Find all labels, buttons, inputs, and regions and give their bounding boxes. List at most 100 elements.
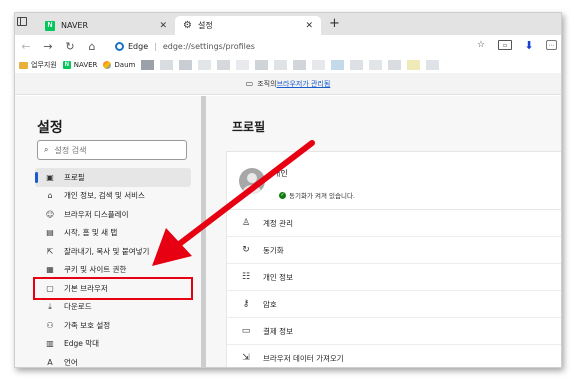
settings-search-input[interactable]: ⌕ 설정 검색	[37, 140, 187, 160]
search-placeholder: 설정 검색	[54, 145, 87, 155]
gear-icon: ⚙	[183, 20, 192, 31]
close-tab-icon[interactable]: ✕	[159, 21, 167, 31]
sidebar-item-profiles[interactable]: ▣ 프로필	[35, 168, 191, 187]
close-tab-icon[interactable]: ✕	[305, 21, 313, 31]
blurred-bookmark[interactable]	[369, 60, 383, 70]
blurred-bookmark[interactable]	[331, 60, 345, 70]
building-icon: ▭	[245, 79, 254, 88]
bookmarks-bar: 업무지원 N NAVER Daum	[15, 57, 561, 73]
sidebar-item-downloads[interactable]: ⤓ 다운로드	[35, 298, 191, 317]
row-payment-info[interactable]: ▭ 결제 정보	[227, 318, 561, 345]
extension-icon[interactable]: ⋯	[546, 40, 557, 50]
browser-window: N NAVER ✕ ⚙ 설정 ✕ + ← → ↻ ⌂ Edge | edge:/…	[14, 12, 562, 368]
blurred-bookmark[interactable]	[426, 60, 440, 70]
blurred-bookmark[interactable]	[388, 60, 402, 70]
blurred-bookmark[interactable]	[198, 60, 212, 70]
favorites-star-icon[interactable]: ☆	[474, 38, 488, 52]
blurred-bookmark[interactable]	[160, 60, 174, 70]
settings-main: 프로필 개인 ✓ 동기화가 켜져 있습니다. ♙ 계정 관리 ↻ 동기화 ☷ 개…	[206, 96, 561, 367]
sync-status-text: 동기화가 켜져 있습니다.	[289, 192, 355, 200]
lock-icon: ⌂	[47, 191, 53, 201]
sidebar-item-label: 브라우저 디스플레이	[64, 209, 129, 219]
cookie-icon: ▦	[46, 265, 54, 275]
daum-favicon-icon	[103, 61, 112, 69]
row-label: 결제 정보	[263, 326, 293, 336]
sidebar-item-label: 가족 보호 설정	[64, 320, 111, 330]
row-import-data[interactable]: ⇲ 브라우저 데이터 가져오기	[227, 345, 561, 367]
download-icon: ⤓	[48, 301, 52, 311]
row-sync[interactable]: ↻ 동기화	[227, 237, 561, 264]
refresh-button[interactable]: ↻	[59, 40, 81, 53]
tab-settings[interactable]: ⚙ 설정 ✕	[175, 16, 321, 35]
sidebar-item-start-home[interactable]: ▤ 시작, 홈 및 새 탭	[35, 224, 191, 243]
settings-sidebar: 설정 ⌕ 설정 검색 ▣ 프로필 ⌂ 개인 정보, 검색 및 서비스 ☺ 브라우…	[15, 96, 201, 367]
blurred-bookmark[interactable]	[179, 60, 193, 70]
browser-label: Edge	[128, 42, 149, 51]
profile-icon: ▣	[46, 172, 54, 182]
sidebar-item-label: 프로필	[64, 172, 85, 182]
key-icon: ⚷	[242, 299, 250, 309]
sidebar-item-family[interactable]: ⚇ 가족 보호 설정	[35, 316, 191, 335]
sidebar-item-cookies[interactable]: ▦ 쿠키 및 사이트 권한	[35, 261, 191, 280]
bookmark-folder[interactable]: 업무지원	[19, 60, 57, 70]
sidebar-item-share-copy[interactable]: ⇱ 잘라내기, 복사 및 붙여넣기	[35, 242, 191, 261]
download-arrow-icon[interactable]: ⬇	[522, 38, 536, 52]
language-icon: A	[47, 357, 53, 367]
sidebar-item-privacy[interactable]: ⌂ 개인 정보, 검색 및 서비스	[35, 187, 191, 206]
bookmark-label: Daum	[114, 61, 136, 69]
managed-banner: ▭ 조직의 브라우저가 관리됨	[15, 73, 561, 95]
sync-icon: ↻	[242, 245, 250, 255]
bookmark-daum[interactable]: Daum	[103, 61, 135, 69]
blurred-bookmark[interactable]	[312, 60, 326, 70]
sidebar-item-edge-bar[interactable]: ▥ Edge 막대	[35, 335, 191, 354]
sidebar-item-label: 기본 브라우저	[64, 283, 108, 293]
naver-favicon-icon: N	[45, 20, 55, 31]
profile-card: 개인 ✓ 동기화가 켜져 있습니다.	[226, 151, 561, 209]
bookmark-naver[interactable]: N NAVER	[62, 61, 97, 69]
profile-name: 개인	[273, 169, 288, 178]
blurred-bookmark[interactable]	[255, 60, 269, 70]
row-personal-info[interactable]: ☷ 개인 정보	[227, 264, 561, 291]
blurred-bookmark[interactable]	[236, 60, 250, 70]
import-icon: ⇲	[242, 353, 250, 363]
row-manage-account[interactable]: ♙ 계정 관리	[227, 210, 561, 237]
row-label: 계정 관리	[263, 218, 293, 228]
managed-link[interactable]: 브라우저가 관리됨	[277, 79, 331, 89]
back-button[interactable]: ←	[15, 40, 37, 53]
blurred-bookmark[interactable]	[141, 60, 155, 70]
settings-nav: ▣ 프로필 ⌂ 개인 정보, 검색 및 서비스 ☺ 브라우저 디스플레이 ▤ 시…	[33, 168, 193, 367]
sidebar-item-languages[interactable]: A 언어	[35, 353, 191, 367]
naver-favicon-icon: N	[62, 61, 71, 69]
new-tab-button[interactable]: +	[329, 16, 340, 31]
sync-status: ✓ 동기화가 켜져 있습니다.	[279, 190, 355, 200]
sidebar-item-label: 개인 정보, 검색 및 서비스	[64, 191, 145, 201]
sidebar-item-label: 잘라내기, 복사 및 붙여넣기	[64, 246, 150, 256]
address-bar[interactable]: Edge | edge://settings/profiles	[115, 39, 415, 54]
blurred-bookmark[interactable]	[350, 60, 364, 70]
tab-title: 설정	[197, 21, 213, 30]
blurred-bookmark[interactable]	[407, 60, 421, 70]
address-divider: |	[154, 42, 157, 51]
search-icon: ⌕	[44, 145, 49, 154]
account-icon: ♙	[241, 218, 251, 228]
row-passwords[interactable]: ⚷ 암호	[227, 291, 561, 318]
blurred-bookmark[interactable]	[274, 60, 288, 70]
managed-prefix: 조직의	[257, 79, 277, 88]
collections-icon[interactable]: ▫	[498, 40, 512, 50]
row-label: 동기화	[263, 245, 284, 255]
settings-title: 설정	[37, 120, 63, 136]
blurred-bookmark[interactable]	[293, 60, 307, 70]
forward-button[interactable]: →	[37, 40, 59, 53]
bookmark-label: 업무지원	[31, 61, 57, 69]
sidebar-item-label: 다운로드	[64, 302, 92, 312]
avatar[interactable]	[239, 168, 265, 194]
sidebar-item-default-browser[interactable]: ▢ 기본 브라우저	[33, 277, 193, 300]
blurred-bookmark[interactable]	[217, 60, 231, 70]
sidebar-item-appearance[interactable]: ☺ 브라우저 디스플레이	[35, 205, 191, 224]
home-button[interactable]: ⌂	[81, 40, 103, 53]
tab-naver[interactable]: N NAVER ✕	[19, 16, 175, 35]
personal-info-icon: ☷	[241, 272, 251, 282]
sidebar-item-label: 언어	[64, 357, 78, 367]
row-label: 브라우저 데이터 가져오기	[263, 353, 344, 363]
toolbar-actions: ☆ ▫ ⬇ ⋯	[474, 38, 557, 52]
